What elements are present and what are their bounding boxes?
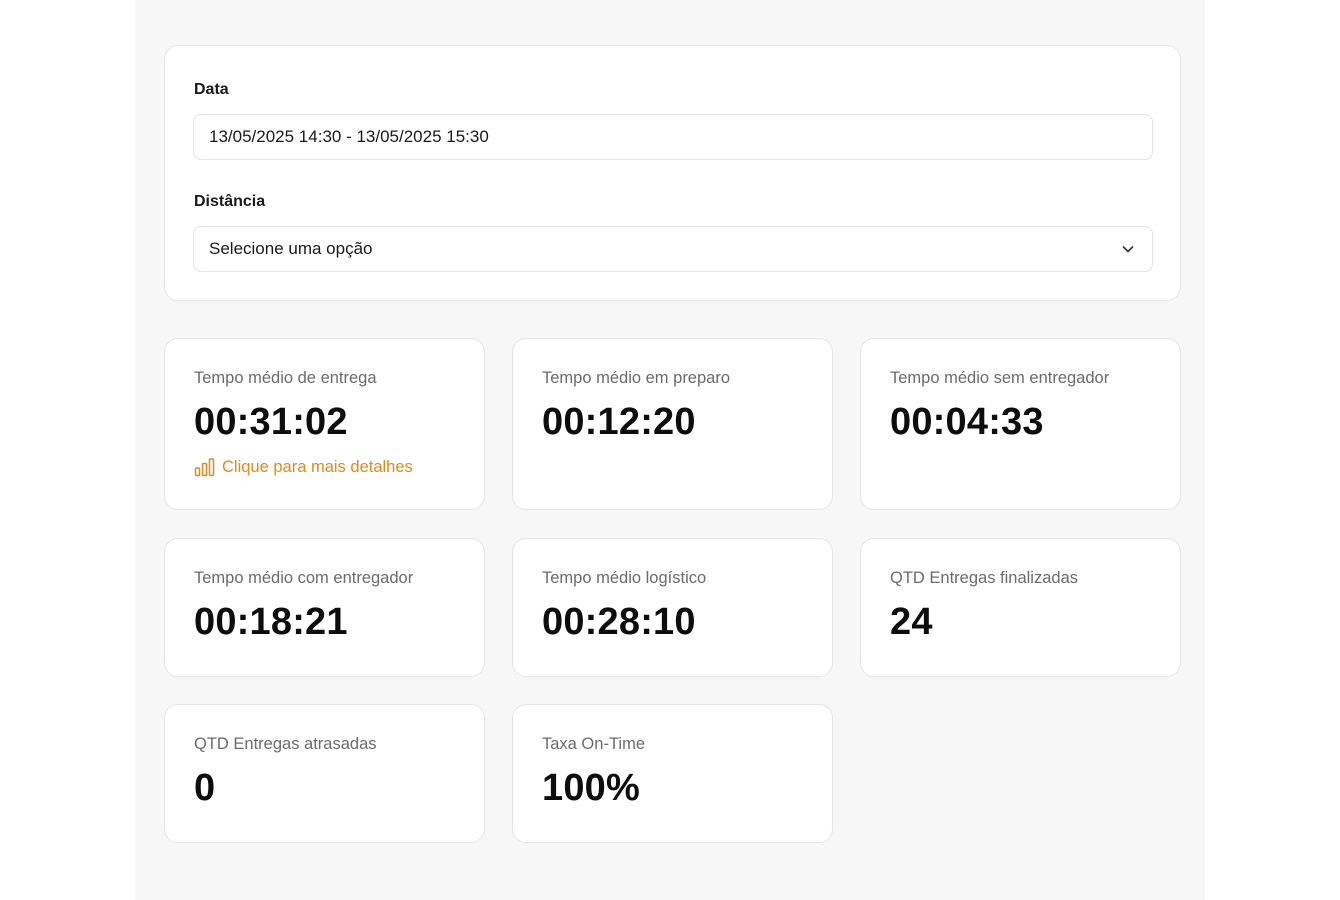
date-range-value: 13/05/2025 14:30 - 13/05/2025 15:30 — [209, 127, 489, 146]
metric-label: Tempo médio logístico — [542, 569, 707, 587]
metric-value: 0 — [194, 767, 216, 809]
metric-value: 100% — [542, 767, 640, 809]
metric-label: Tempo médio de entrega — [194, 369, 377, 387]
metric-card-tempo-medio-sem-entregador: Tempo médio sem entregador 00:04:33 — [860, 338, 1181, 510]
details-link-label: Clique para mais detalhes — [222, 457, 413, 476]
distance-select[interactable]: Selecione uma opção — [193, 226, 1153, 272]
bar-chart-icon — [194, 458, 215, 477]
date-range-input[interactable]: 13/05/2025 14:30 - 13/05/2025 15:30 — [193, 114, 1153, 160]
metric-label: Taxa On-Time — [542, 735, 645, 753]
metric-label: Tempo médio com entregador — [194, 569, 414, 587]
distance-label: Distância — [194, 193, 266, 210]
date-label: Data — [194, 81, 229, 98]
metric-value: 24 — [890, 601, 933, 643]
metric-label: QTD Entregas finalizadas — [890, 569, 1079, 587]
metric-card-tempo-medio-entrega[interactable]: Tempo médio de entrega 00:31:02 Clique p… — [164, 338, 485, 510]
metric-card-taxa-on-time: Taxa On-Time 100% — [512, 704, 833, 843]
metric-value: 00:04:33 — [890, 401, 1044, 443]
metric-label: Tempo médio em preparo — [542, 369, 731, 387]
metric-value: 00:18:21 — [194, 601, 348, 643]
metric-value: 00:12:20 — [542, 401, 696, 443]
dashboard-page: Data 13/05/2025 14:30 - 13/05/2025 15:30… — [135, 0, 1205, 900]
metric-card-entregas-finalizadas: QTD Entregas finalizadas 24 — [860, 538, 1181, 677]
metric-card-tempo-medio-com-entregador: Tempo médio com entregador 00:18:21 — [164, 538, 485, 677]
distance-select-value: Selecione uma opção — [209, 239, 373, 258]
metric-card-tempo-medio-preparo: Tempo médio em preparo 00:12:20 — [512, 338, 833, 510]
metric-value: 00:31:02 — [194, 401, 348, 443]
chevron-down-icon — [1122, 246, 1134, 253]
details-link[interactable]: Clique para mais detalhes — [194, 457, 413, 477]
metric-label: Tempo médio sem entregador — [890, 369, 1110, 387]
filters-card: Data 13/05/2025 14:30 - 13/05/2025 15:30… — [164, 45, 1181, 301]
metric-card-entregas-atrasadas: QTD Entregas atrasadas 0 — [164, 704, 485, 843]
metric-card-tempo-medio-logistico: Tempo médio logístico 00:28:10 — [512, 538, 833, 677]
metric-label: QTD Entregas atrasadas — [194, 735, 377, 753]
metric-value: 00:28:10 — [542, 601, 696, 643]
